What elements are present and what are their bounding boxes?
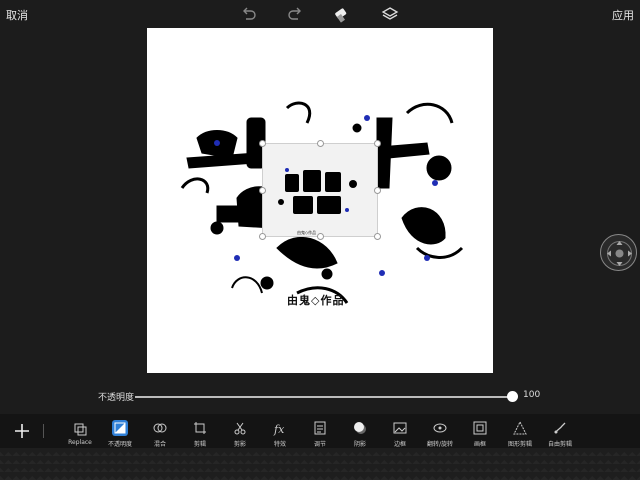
opacity-slider-track[interactable] (135, 396, 513, 398)
opacity-control: 不透明度 100 (0, 380, 640, 414)
opacity-value: 100 (523, 390, 541, 400)
tool-label: 自由剪辑 (547, 441, 572, 448)
crop-icon (194, 422, 206, 434)
bottom-toolbar: Replace 不透明度 混合 剪辑 剪影 fx 特效 调节 阴影 边框 翻转/旋转 画框 图形剪辑 自由… (0, 414, 640, 448)
blend-icon (153, 423, 167, 433)
resize-handle-bottom-right[interactable] (374, 233, 381, 240)
editor-app: 取消 应用 由鬼◇作品 由鬼◇作品 不透明度 100 Replace 不透明度 … (0, 0, 640, 480)
cutout-icon (234, 422, 246, 435)
adjust-icon (314, 421, 326, 435)
shadow-icon (354, 422, 366, 434)
undo-icon[interactable] (240, 5, 258, 23)
opacity-label: 不透明度 (98, 393, 135, 403)
shape-crop-icon (513, 420, 527, 435)
resize-handle-bottom[interactable] (317, 233, 324, 240)
opacity-icon (112, 420, 128, 436)
artwork-caption: 由鬼◇作品 (287, 294, 345, 307)
free-crop-icon (554, 422, 566, 434)
resize-handle-bottom-left[interactable] (259, 233, 266, 240)
redo-icon[interactable] (286, 5, 304, 23)
add-icon[interactable] (12, 421, 32, 441)
replace-icon (74, 423, 87, 436)
sticker-caption: 由鬼◇作品 (297, 230, 317, 235)
cancel-button[interactable]: 取消 (6, 7, 28, 23)
sticker-artwork (278, 168, 357, 214)
frame-icon (473, 421, 487, 435)
resize-handle-top-right[interactable] (374, 140, 381, 147)
resize-handle-left[interactable] (259, 187, 266, 194)
photo-canvas[interactable]: 由鬼◇作品 由鬼◇作品 (147, 28, 493, 373)
tool-free-crop[interactable]: 自由剪辑 (540, 418, 580, 448)
opacity-slider-thumb[interactable] (507, 391, 518, 402)
fx-icon: fx (273, 423, 285, 436)
flip-rotate-icon (433, 423, 447, 433)
layers-icon[interactable] (381, 5, 399, 23)
resize-handle-top[interactable] (317, 140, 324, 147)
resize-handle-right[interactable] (374, 187, 381, 194)
resize-handle-top-left[interactable] (259, 140, 266, 147)
footer-pattern (0, 448, 640, 480)
selected-sticker[interactable]: 由鬼◇作品 (259, 140, 381, 240)
top-bar: 取消 应用 (0, 0, 640, 28)
svg-text:fx: fx (273, 423, 285, 436)
eraser-icon[interactable] (332, 5, 350, 23)
toolbar-divider (43, 424, 44, 438)
move-joystick[interactable] (600, 234, 637, 271)
joystick-arrows-icon (607, 241, 632, 266)
apply-button[interactable]: 应用 (612, 7, 634, 23)
border-icon (393, 422, 407, 434)
